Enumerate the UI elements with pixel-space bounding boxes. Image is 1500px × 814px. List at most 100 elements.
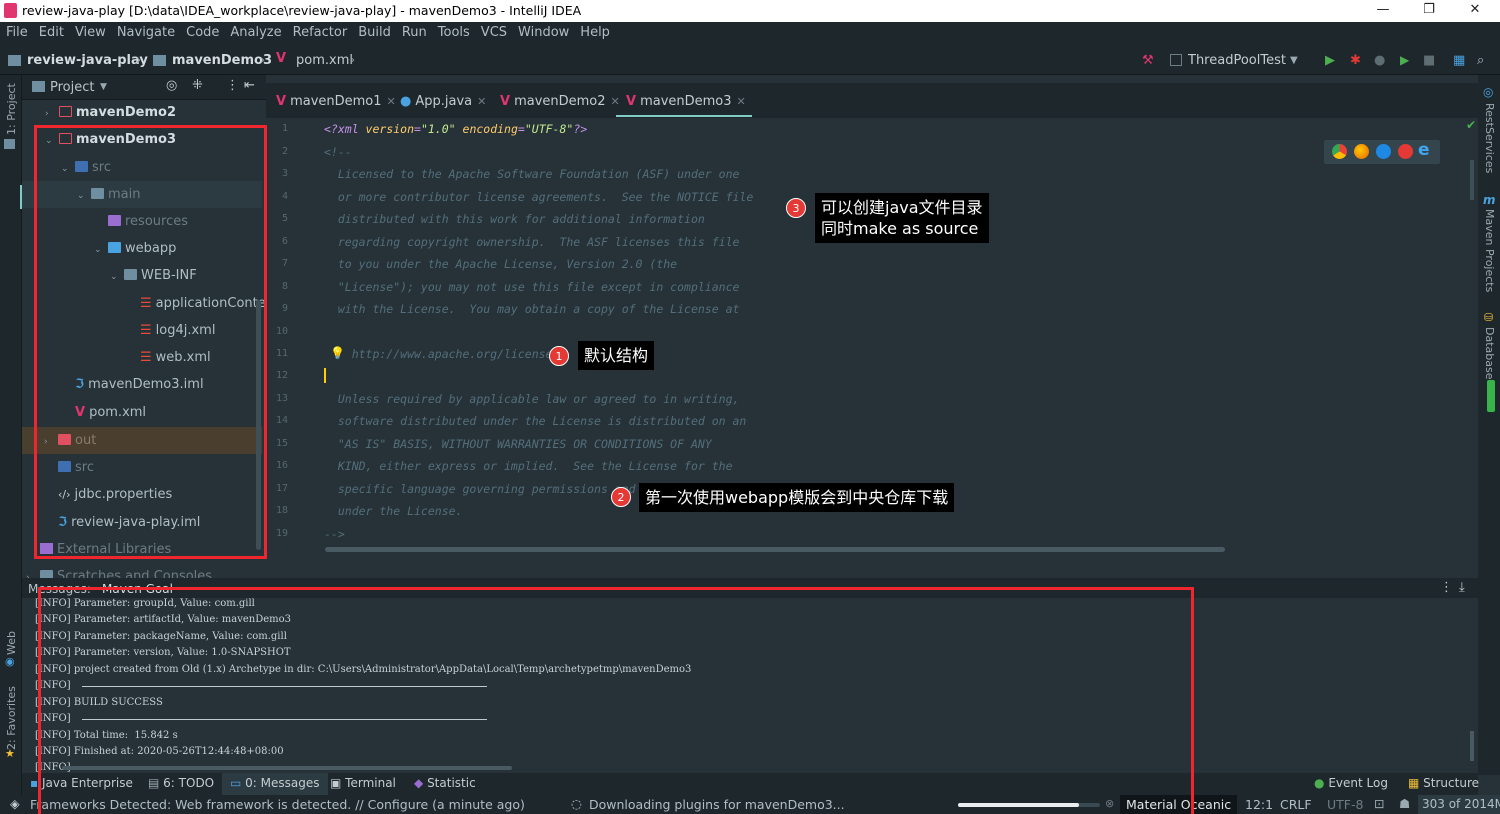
maven-icon: V	[276, 51, 287, 66]
menu-edit[interactable]: Edit	[33, 22, 69, 40]
code-line: -->	[324, 527, 345, 541]
more-options-icon[interactable]: ⋮	[226, 78, 239, 93]
line-number: 19	[275, 528, 288, 539]
opera-icon[interactable]	[1398, 144, 1413, 159]
project-tool-tab[interactable]: 1: Project	[5, 83, 18, 135]
right-tool-strip: ◎ RestServices m Maven Projects ⛁ Databa…	[1478, 75, 1500, 775]
menu-file[interactable]: File	[0, 22, 33, 40]
tab-event-log[interactable]: ● Event Log	[1314, 776, 1388, 790]
close-tab-icon[interactable]: ✕	[737, 95, 746, 108]
firefox-icon[interactable]	[1354, 144, 1369, 159]
line-number: 7	[281, 258, 288, 269]
hide-panel-icon[interactable]: ⇤	[244, 78, 255, 93]
annotation-3-line1: 可以创建java文件目录	[821, 198, 983, 217]
menu-code[interactable]: Code	[180, 22, 224, 40]
line-number: 9	[281, 303, 288, 314]
debug-icon[interactable]: ✱	[1350, 53, 1361, 68]
line-separator[interactable]: CRLF	[1280, 797, 1312, 812]
menu-tools[interactable]: Tools	[432, 22, 475, 40]
file-encoding[interactable]: UTF-8	[1327, 797, 1363, 812]
close-button[interactable]: ✕	[1460, 2, 1490, 17]
menu-build[interactable]: Build	[352, 22, 396, 40]
search-icon[interactable]: ⌕	[1477, 53, 1484, 68]
annotation-badge-1: 1	[549, 346, 569, 366]
run-config-select[interactable]: ThreadPoolTest	[1188, 53, 1286, 68]
maven-icon: V	[500, 94, 511, 109]
line-number: 15	[275, 438, 288, 449]
tree-item-scratches[interactable]: › Scratches and Consoles	[26, 563, 212, 578]
globe-icon: ◉	[5, 655, 15, 668]
layers-icon[interactable]: ◈	[10, 796, 20, 811]
tab-mavendemo1[interactable]: VmavenDemo1 ✕	[276, 89, 396, 117]
inspector-icon[interactable]: ☗	[1399, 796, 1410, 811]
editor-vertical-scrollbar[interactable]	[1470, 160, 1474, 200]
rest-services-tab[interactable]: RestServices	[1483, 103, 1496, 173]
chevron-down-icon[interactable]: ▼	[100, 82, 107, 92]
project-icon	[32, 81, 45, 92]
tree-item-mavendemo2[interactable]: › mavenDemo2	[45, 99, 176, 126]
favorites-tool-tab[interactable]: 2: Favorites	[5, 686, 18, 750]
tab-app-java[interactable]: ● App.java ✕	[400, 89, 486, 117]
menu-view[interactable]: View	[69, 22, 111, 40]
maven-projects-tab[interactable]: Maven Projects	[1483, 209, 1496, 292]
breadcrumb-project[interactable]: review-java-play	[27, 53, 148, 68]
chevron-right-icon: ›	[45, 109, 49, 119]
hide-panel-icon[interactable]: ⤓	[1459, 580, 1465, 595]
console-vertical-scrollbar[interactable]	[1470, 731, 1474, 761]
line-number: 1	[281, 123, 288, 134]
module-folder-icon	[59, 106, 72, 117]
close-tab-icon[interactable]: ✕	[387, 95, 396, 108]
restore-button[interactable]: ❐	[1414, 2, 1444, 17]
safari-icon[interactable]	[1376, 144, 1391, 159]
breadcrumb-file[interactable]: pom.xml	[296, 53, 353, 68]
chrome-icon[interactable]	[1332, 144, 1347, 159]
menu-window[interactable]: Window	[512, 22, 574, 40]
web-tool-tab[interactable]: Web	[5, 631, 18, 655]
memory-indicator-text[interactable]: 303 of 2014M	[1418, 795, 1500, 814]
coverage-icon[interactable]: ●	[1374, 53, 1385, 68]
database-tab[interactable]: Database	[1483, 327, 1496, 380]
annotation-3: 可以创建java文件目录 同时make as source	[815, 193, 989, 243]
breadcrumb-module[interactable]: mavenDemo3	[172, 53, 272, 68]
chevron-right-icon: ›	[350, 53, 356, 68]
line-number: 14	[275, 415, 288, 426]
event-log-icon: ●	[1314, 776, 1325, 790]
annotation-badge-3: 3	[786, 198, 806, 218]
ie-icon[interactable]: e	[1418, 140, 1430, 160]
minimize-button[interactable]: —	[1368, 2, 1398, 17]
hammer-icon[interactable]: ⚒	[1142, 53, 1154, 68]
close-tab-icon[interactable]: ✕	[477, 95, 486, 108]
project-structure-icon[interactable]: ▦	[1453, 53, 1465, 68]
chevron-down-icon[interactable]: ▼	[1290, 55, 1298, 66]
code-line: Unless required by applicable law or agr…	[324, 392, 740, 406]
annotation-1: 默认结构	[578, 341, 655, 370]
lock-icon[interactable]: ⊡	[1374, 796, 1384, 811]
tab-mavendemo3[interactable]: VmavenDemo3 ✕	[616, 89, 752, 117]
menu-run[interactable]: Run	[396, 22, 432, 40]
project-view-select[interactable]: Project	[50, 80, 94, 95]
caret-position[interactable]: 12:1	[1245, 797, 1273, 812]
folder-icon	[8, 55, 21, 66]
memory-indicator	[1487, 380, 1495, 412]
tab-mavendemo2[interactable]: VmavenDemo2 ✕	[500, 89, 620, 117]
collapse-all-icon[interactable]: ⁜	[192, 78, 203, 93]
line-number: 5	[281, 213, 288, 224]
run-tests-icon[interactable]: ▶	[1400, 53, 1409, 67]
editor-tab-bar: VmavenDemo1 ✕ ● App.java ✕ VmavenDemo2 ✕ Vma…	[266, 83, 1478, 118]
title-bar: review-java-play [D:\data\IDEA_workplace…	[0, 0, 1500, 22]
tab-structure[interactable]: ▦ Structure	[1408, 776, 1479, 790]
more-options-icon[interactable]: ⋮	[1440, 580, 1453, 595]
run-icon[interactable]: ▶	[1325, 53, 1335, 68]
menu-analyze[interactable]: Analyze	[224, 22, 286, 40]
menu-vcs[interactable]: VCS	[475, 22, 512, 40]
menu-navigate[interactable]: Navigate	[111, 22, 180, 40]
lightbulb-icon[interactable]: 💡	[330, 346, 345, 360]
code-line: "AS IS" BASIS, WITHOUT WARRANTIES OR CON…	[324, 437, 712, 451]
menu-help[interactable]: Help	[574, 22, 615, 40]
code-line: <!--	[324, 145, 352, 159]
stop-icon[interactable]: ■	[1423, 53, 1435, 68]
target-icon[interactable]: ◎	[166, 78, 177, 93]
rest-services-icon: ◎	[1483, 85, 1494, 99]
menu-refactor[interactable]: Refactor	[287, 22, 353, 40]
editor-horizontal-scrollbar[interactable]	[325, 547, 1225, 552]
